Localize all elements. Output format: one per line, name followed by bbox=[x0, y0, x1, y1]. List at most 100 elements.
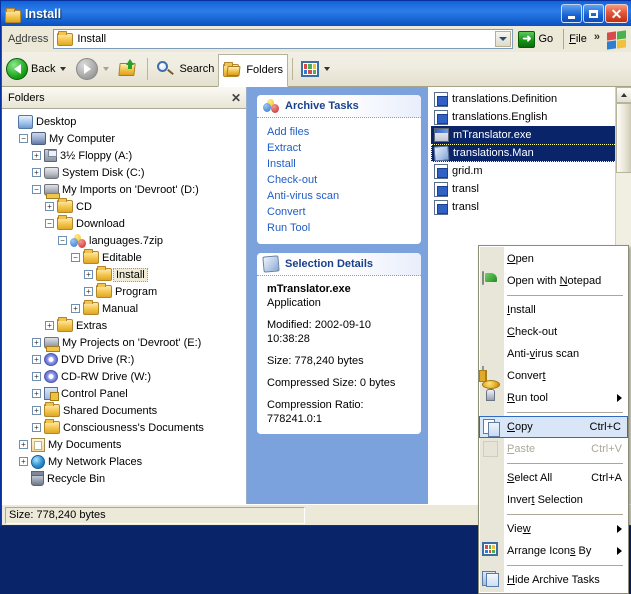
more-menus-chevron-icon[interactable]: » bbox=[594, 31, 600, 43]
tree-item[interactable]: +System Disk (C:) bbox=[6, 164, 246, 181]
views-dropdown-icon[interactable] bbox=[324, 67, 330, 71]
expand-icon[interactable]: + bbox=[32, 372, 41, 381]
address-input[interactable]: Install bbox=[53, 29, 513, 49]
file-list-item[interactable]: transl bbox=[431, 180, 631, 198]
tree-item[interactable]: −My Imports on 'Devroot' (D:) bbox=[6, 181, 246, 198]
expand-icon[interactable]: + bbox=[32, 151, 41, 160]
back-dropdown-icon[interactable] bbox=[60, 67, 66, 71]
collapse-icon[interactable]: − bbox=[32, 185, 41, 194]
context-menu-item-shortcut: Ctrl+C bbox=[590, 421, 621, 433]
go-button[interactable]: ➜ Go bbox=[516, 28, 558, 50]
address-dropdown-button[interactable] bbox=[495, 31, 511, 47]
file-list-item[interactable]: grid.m bbox=[431, 162, 631, 180]
toolbar: Back Search Folde bbox=[2, 52, 631, 87]
expand-icon[interactable]: + bbox=[19, 457, 28, 466]
file-menu-button[interactable]: File bbox=[569, 33, 587, 45]
context-menu-item[interactable]: Invert Selection bbox=[479, 489, 628, 511]
context-menu-item[interactable]: Hide Archive Tasks bbox=[479, 569, 628, 591]
expand-icon[interactable]: + bbox=[84, 270, 93, 279]
scroll-up-button[interactable] bbox=[616, 87, 631, 103]
context-menu-item[interactable]: Check-out bbox=[479, 321, 628, 343]
tree-item[interactable]: Recycle Bin bbox=[6, 470, 246, 487]
views-button[interactable] bbox=[297, 54, 336, 85]
context-menu-item[interactable]: View bbox=[479, 518, 628, 540]
expand-icon[interactable]: + bbox=[32, 338, 41, 347]
expand-icon[interactable]: + bbox=[71, 304, 80, 313]
context-menu-item[interactable]: CopyCtrl+C bbox=[479, 416, 628, 438]
hide-tasks-icon bbox=[482, 571, 500, 589]
expand-icon[interactable]: + bbox=[45, 321, 54, 330]
file-list-item[interactable]: mTranslator.exe bbox=[431, 126, 631, 144]
expand-icon[interactable]: + bbox=[32, 423, 41, 432]
expand-icon[interactable]: + bbox=[32, 389, 41, 398]
cd-icon bbox=[44, 353, 58, 366]
selection-details-header[interactable]: Selection Details bbox=[257, 253, 421, 276]
collapse-icon[interactable]: − bbox=[71, 253, 80, 262]
context-menu-item[interactable]: Run tool bbox=[479, 387, 628, 409]
forward-button[interactable] bbox=[72, 54, 115, 85]
tree-item[interactable]: −My Computer bbox=[6, 130, 246, 147]
context-menu-item[interactable]: Convert bbox=[479, 365, 628, 387]
tree-item[interactable]: +My Projects on 'Devroot' (E:) bbox=[6, 334, 246, 351]
expand-icon[interactable]: + bbox=[45, 202, 54, 211]
archive-task-link[interactable]: Check-out bbox=[267, 172, 413, 188]
tree-item[interactable]: −Editable bbox=[6, 249, 246, 266]
tree-item[interactable]: +Shared Documents bbox=[6, 402, 246, 419]
context-menu-item-label: Open with Notepad bbox=[507, 275, 622, 287]
tree-item[interactable]: +Manual bbox=[6, 300, 246, 317]
collapse-icon[interactable]: − bbox=[45, 219, 54, 228]
expand-icon[interactable]: + bbox=[19, 440, 28, 449]
toolbar-separator bbox=[147, 58, 148, 80]
tree-item[interactable]: +3½ Floppy (A:) bbox=[6, 147, 246, 164]
tree-item[interactable]: +My Network Places bbox=[6, 453, 246, 470]
archive-task-link[interactable]: Install bbox=[267, 156, 413, 172]
tree-item[interactable]: +Install bbox=[6, 266, 246, 283]
archive-task-link[interactable]: Extract bbox=[267, 140, 413, 156]
context-menu-item[interactable]: Open bbox=[479, 248, 628, 270]
up-button[interactable] bbox=[115, 54, 143, 85]
expand-icon[interactable]: + bbox=[32, 406, 41, 415]
context-menu-item[interactable]: Open with Notepad bbox=[479, 270, 628, 292]
tree-item[interactable]: Desktop bbox=[6, 113, 246, 130]
file-list-item[interactable]: translations.Definition bbox=[431, 90, 631, 108]
tree-item[interactable]: +Program bbox=[6, 283, 246, 300]
context-menu-item[interactable]: Anti-virus scan bbox=[479, 343, 628, 365]
tree-item[interactable]: +Consciousness's Documents bbox=[6, 419, 246, 436]
expand-icon[interactable]: + bbox=[84, 287, 93, 296]
tree-item[interactable]: +DVD Drive (R:) bbox=[6, 351, 246, 368]
archive-task-link[interactable]: Run Tool bbox=[267, 220, 413, 236]
tree-item[interactable]: −languages.7zip bbox=[6, 232, 246, 249]
archive-task-link[interactable]: Convert bbox=[267, 204, 413, 220]
context-menu[interactable]: Open Open with Notepad InstallCheck-out Ant… bbox=[478, 245, 629, 594]
tree-item[interactable]: +CD bbox=[6, 198, 246, 215]
tree-item[interactable]: +My Documents bbox=[6, 436, 246, 453]
maximize-button[interactable] bbox=[583, 4, 604, 23]
tree-item[interactable]: +Control Panel bbox=[6, 385, 246, 402]
context-menu-item-label: Anti-virus scan bbox=[507, 348, 622, 360]
tree-item[interactable]: +Extras bbox=[6, 317, 246, 334]
close-button[interactable]: ✕ bbox=[605, 4, 628, 23]
context-menu-item[interactable]: Install bbox=[479, 299, 628, 321]
tree-item[interactable]: −Download bbox=[6, 215, 246, 232]
archive-task-link[interactable]: Add files bbox=[267, 124, 413, 140]
archive-task-link[interactable]: Anti-virus scan bbox=[267, 188, 413, 204]
expand-icon[interactable]: + bbox=[32, 355, 41, 364]
expand-icon[interactable]: + bbox=[32, 168, 41, 177]
manual-file-icon bbox=[433, 145, 449, 161]
collapse-icon[interactable]: − bbox=[58, 236, 67, 245]
scrollbar-thumb[interactable] bbox=[616, 103, 631, 173]
collapse-icon[interactable]: − bbox=[19, 134, 28, 143]
folders-button[interactable]: Folders bbox=[218, 54, 288, 87]
archive-tasks-header[interactable]: Archive Tasks bbox=[257, 95, 421, 118]
search-button[interactable]: Search bbox=[152, 54, 218, 85]
context-menu-item[interactable]: Select AllCtrl+A bbox=[479, 467, 628, 489]
file-list-item[interactable]: translations.Man bbox=[431, 144, 631, 162]
file-list-item[interactable]: transl bbox=[431, 198, 631, 216]
folder-tree[interactable]: Desktop−My Computer+3½ Floppy (A:)+Syste… bbox=[2, 109, 246, 503]
context-menu-item[interactable]: Arrange Icons By bbox=[479, 540, 628, 562]
back-button[interactable]: Back bbox=[2, 54, 72, 85]
folders-pane-close-icon[interactable]: ✕ bbox=[231, 91, 241, 105]
file-list-item[interactable]: translations.English bbox=[431, 108, 631, 126]
tree-item[interactable]: +CD-RW Drive (W:) bbox=[6, 368, 246, 385]
minimize-button[interactable] bbox=[561, 4, 582, 23]
